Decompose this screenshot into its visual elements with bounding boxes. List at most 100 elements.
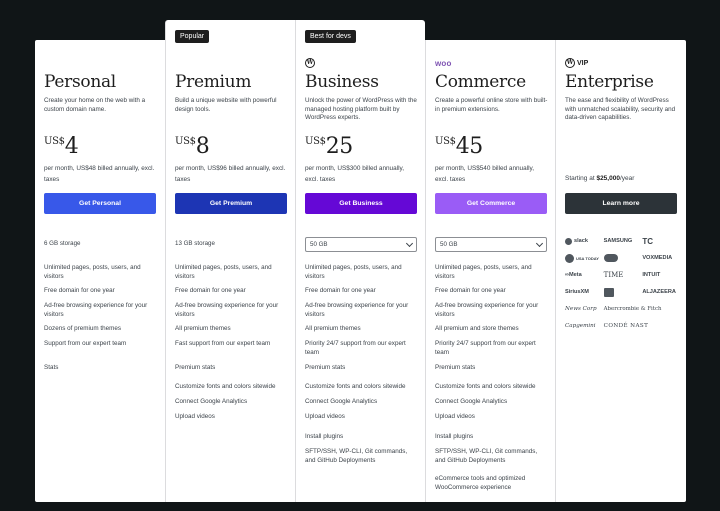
plan-column-premium: Popular Premium Build a unique website w… (165, 20, 295, 502)
feature-item: Priority 24/7 support from our expert te… (305, 340, 406, 356)
storage-select[interactable]: 50 GB (435, 237, 547, 252)
feature-item: Free domain for one year (435, 287, 506, 294)
feature-item: Unlimited pages, posts, users, and visit… (435, 264, 532, 280)
billing-text: per month, US$48 billed annually, excl. … (44, 165, 155, 183)
feature-item: Connect Google Analytics (435, 398, 508, 405)
get-premium-button[interactable]: Get Premium (175, 193, 287, 214)
feature-item: Premium stats (305, 364, 346, 371)
feature-item: Connect Google Analytics (175, 398, 248, 405)
plan-name: Enterprise (565, 72, 654, 92)
feature-item: Upload videos (305, 413, 345, 420)
storage-select[interactable]: 50 GB (305, 237, 417, 252)
feature-item: Free domain for one year (44, 287, 115, 294)
abercrombie-logo-icon: Abercrombie & Fitch (603, 306, 662, 312)
voxmedia-logo-icon: VOXMEDIA (642, 255, 673, 261)
feature-item: Stats (44, 364, 59, 371)
plan-name: Commerce (435, 72, 526, 92)
techcrunch-logo-icon: TC (642, 236, 653, 246)
plan-tagline: Create your home on the web with a custo… (44, 97, 146, 113)
plan-column-business: Best for devs W Business Unlock the powe… (295, 20, 425, 502)
siriusxm-logo-icon: SiriusXM (565, 289, 589, 295)
usa-today-logo-icon: USA TODAY (565, 253, 602, 263)
feature-item: Premium stats (175, 364, 216, 371)
feature-item: SFTP/SSH, WP-CLI, Git commands, and GitH… (435, 448, 538, 464)
news-corp-logo-icon: News Corp (565, 306, 597, 312)
feature-item: Premium stats (435, 364, 476, 371)
learn-more-button[interactable]: Learn more (565, 193, 677, 214)
currency-symbol: US$ (435, 136, 456, 147)
plan-column-enterprise: W VIP Enterprise The ease and flexibilit… (555, 40, 685, 502)
price-amount: 8 (195, 134, 210, 159)
feature-item: Ad-free browsing experience for your vis… (44, 302, 148, 318)
plan-tagline: Create a powerful online store with buil… (435, 97, 548, 113)
popular-badge: Popular (175, 30, 210, 43)
chevron-down-icon (535, 239, 544, 247)
billing-text: per month, US$96 billed annually, excl. … (175, 165, 286, 183)
currency-symbol: US$ (44, 136, 65, 147)
price-amount: 45 (455, 134, 484, 159)
woo-logo-icon: woo (435, 58, 452, 68)
feature-item: Customize fonts and colors sitewide (435, 383, 536, 390)
plan-column-personal: Personal Create your home on the web wit… (35, 40, 165, 502)
billing-text: per month, US$300 billed annually, excl.… (305, 165, 404, 183)
feature-item: Unlimited pages, posts, users, and visit… (44, 264, 141, 280)
get-business-button[interactable]: Get Business (305, 193, 417, 214)
get-personal-button[interactable]: Get Personal (44, 193, 156, 214)
feature-item: All premium themes (175, 325, 231, 332)
feature-item: Customize fonts and colors sitewide (175, 383, 276, 390)
starting-price: Starting at $25,000/year (565, 175, 635, 182)
plan-price: US$ 8 (175, 134, 210, 160)
billing-text: per month, US$540 billed annually, excl.… (435, 165, 534, 183)
plan-price: US$ 45 (435, 134, 483, 160)
salesforce-logo-icon (603, 253, 641, 263)
feature-item: Fast support from our expert team (175, 340, 271, 347)
plan-price: US$ 25 (305, 134, 353, 160)
price-amount: 25 (325, 134, 354, 159)
feature-item: Support from our expert team (44, 340, 127, 347)
feature-item: SFTP/SSH, WP-CLI, Git commands, and GitH… (305, 448, 408, 464)
feature-item: Free domain for one year (175, 287, 246, 294)
storage-select-value: 50 GB (310, 241, 328, 248)
feature-item: Ad-free browsing experience for your vis… (305, 302, 409, 318)
slack-logo-icon: slack (565, 236, 602, 246)
best-for-devs-badge: Best for devs (305, 30, 356, 43)
plan-price: US$ 4 (44, 134, 79, 160)
plan-name: Personal (44, 72, 116, 92)
feature-item: Dozens of premium themes (44, 325, 121, 332)
feature-item: All premium and store themes (435, 325, 519, 332)
plan-name: Business (305, 72, 379, 92)
aljazeera-logo-icon: ALJAZEERA (642, 289, 676, 295)
intuit-logo-icon: INTUIT (642, 272, 661, 278)
plan-tagline: Unlock the power of WordPress with the m… (305, 97, 417, 122)
price-amount: 4 (64, 134, 79, 159)
wpvip-logo-icon: W VIP (565, 58, 589, 68)
plan-name: Premium (175, 72, 252, 92)
feature-item: Free domain for one year (305, 287, 376, 294)
storage-label: 13 GB storage (175, 240, 215, 247)
samsung-logo-icon: SAMSUNG (603, 238, 633, 244)
meta-logo-icon: ∞ Meta (565, 272, 582, 278)
feature-item: Ad-free browsing experience for your vis… (175, 302, 279, 318)
feature-item: Install plugins (305, 433, 344, 440)
client-logos: slack SAMSUNG TC USA TODAY VOXMEDIA ∞ Met… (565, 236, 679, 331)
feature-item: Connect Google Analytics (305, 398, 378, 405)
currency-symbol: US$ (305, 136, 326, 147)
plan-column-commerce: woo Commerce Create a powerful online st… (425, 40, 555, 502)
feature-item: Upload videos (175, 413, 215, 420)
feature-item: Install plugins (435, 433, 474, 440)
conde-nast-logo-icon: CONDÉ NAST (603, 323, 649, 329)
wordpress-logo-icon: W (305, 58, 315, 68)
get-commerce-button[interactable]: Get Commerce (435, 193, 547, 214)
cbs-logo-icon (603, 287, 641, 297)
feature-item: Unlimited pages, posts, users, and visit… (175, 264, 272, 280)
storage-label: 6 GB storage (44, 240, 81, 247)
feature-item: Upload videos (435, 413, 475, 420)
plan-tagline: Build a unique website with powerful des… (175, 97, 277, 113)
feature-item: Unlimited pages, posts, users, and visit… (305, 264, 402, 280)
capgemini-logo-icon: Capgemini (565, 323, 596, 329)
feature-item: Ad-free browsing experience for your vis… (435, 302, 539, 318)
feature-item: Customize fonts and colors sitewide (305, 383, 406, 390)
feature-item: Priority 24/7 support from our expert te… (435, 340, 536, 356)
plan-tagline: The ease and flexibility of WordPress wi… (565, 97, 676, 122)
time-logo-icon: TIME (603, 271, 624, 279)
